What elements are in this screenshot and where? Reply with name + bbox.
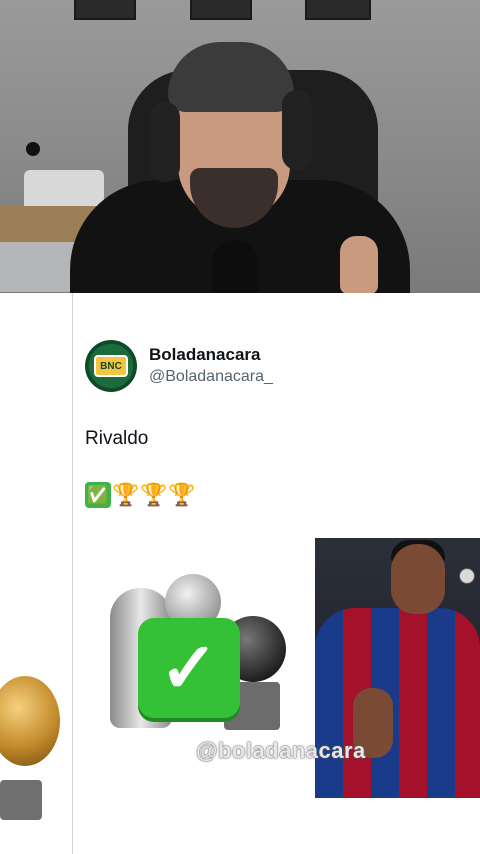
- trophy-emoji-icon: 🏆: [140, 482, 168, 507]
- trophy-emoji-icon: 🏆: [112, 482, 140, 507]
- avatar-logo: BNC: [94, 355, 128, 377]
- microphone: [212, 240, 258, 293]
- emoji-row: ✅ 🏆 🏆 🏆: [85, 482, 196, 508]
- user-handle[interactable]: @Boladanacara_: [149, 368, 273, 386]
- wall-frame: [305, 0, 371, 20]
- wall-frame: [74, 0, 136, 20]
- lamp: [26, 142, 40, 156]
- jersey: [315, 608, 480, 798]
- avatar[interactable]: BNC: [85, 340, 137, 392]
- wall-frame: [190, 0, 252, 20]
- streamer-hair: [168, 42, 294, 112]
- trophy-base: [0, 780, 42, 820]
- player-face: [391, 544, 445, 614]
- trophy-emoji-icon: 🏆: [168, 482, 196, 507]
- display-name[interactable]: Boladanacara: [149, 345, 261, 365]
- check-emoji-icon: ✅: [85, 482, 111, 508]
- webcam-video: [0, 0, 480, 293]
- headset-icon: [282, 90, 312, 170]
- tweet-text: Rivaldo: [85, 428, 149, 449]
- thread-line: [72, 293, 73, 854]
- check-mark-icon: ✓: [138, 618, 240, 718]
- headset-icon: [150, 102, 180, 182]
- streamer-hand: [340, 236, 378, 293]
- cursor-icon: [459, 568, 475, 584]
- watermark: @boladanacara: [196, 738, 366, 763]
- golden-ball-icon: [0, 676, 60, 766]
